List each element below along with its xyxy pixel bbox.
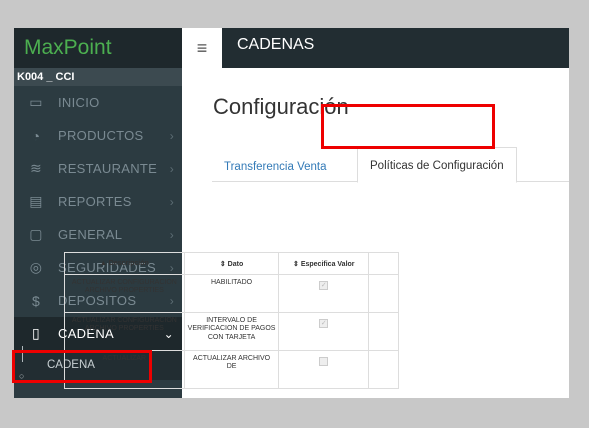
- cell-especifica-valor: [278, 350, 370, 389]
- cell-descripcion: ACTUALIZAR CONFIGURACION ARCHIVO PROPERT…: [64, 312, 185, 351]
- page-section-title: CADENAS: [237, 36, 315, 53]
- cell-dato: HABILITADO: [183, 274, 280, 313]
- tab-bar: Transferencia Venta Políticas de Configu…: [212, 147, 569, 183]
- brand-logo[interactable]: MaxPoint: [14, 28, 182, 68]
- column-header-extra: [368, 252, 399, 275]
- window-icon: ▢: [29, 226, 43, 242]
- cell-dato: ACTUALIZAR ARCHIVO DE: [183, 350, 280, 389]
- cell-extra: [368, 312, 399, 351]
- chevron-right-icon: ›: [169, 227, 174, 242]
- cell-especifica-valor: ✓: [278, 274, 370, 313]
- square-icon: ▯: [31, 325, 40, 341]
- pie-chart-icon: ◔: [31, 127, 41, 144]
- highlight-box-cadena: [12, 350, 152, 383]
- layers-icon: ≋: [29, 160, 43, 176]
- sidebar-item-productos[interactable]: ◔ PRODUCTOS ›: [14, 119, 182, 152]
- column-header-especifica-valor[interactable]: ⇕ Especifica Valor: [278, 252, 370, 275]
- table-row: ACTUALIZAR CONFIGURACION ARCHIVO PROPERT…: [64, 274, 399, 313]
- sidebar-item-reportes[interactable]: ▤ REPORTES ›: [14, 185, 182, 218]
- sidebar-item-restaurante[interactable]: ≋ RESTAURANTE ›: [14, 152, 182, 185]
- sidebar-item-label: REPORTES: [58, 194, 132, 209]
- cell-descripcion: ACTUALIZAR CONFIGURACION ARCHIVO PROPERT…: [64, 274, 185, 313]
- location-icon: ◎: [29, 259, 43, 275]
- top-bar: ≡ CADENAS: [182, 28, 569, 68]
- sidebar-item-general[interactable]: ▢ GENERAL ›: [14, 218, 182, 251]
- sidebar-item-label: RESTAURANTE: [58, 161, 158, 176]
- chevron-right-icon: ›: [169, 194, 174, 209]
- sidebar-item-label: INICIO: [58, 95, 100, 110]
- checkbox-disabled: ✓: [319, 319, 329, 328]
- sidebar-item-inicio[interactable]: ▭ INICIO: [14, 86, 182, 119]
- column-header-descripcion[interactable]: ▲ Descripción: [64, 252, 185, 275]
- chevron-right-icon: ›: [169, 161, 174, 176]
- tab-transferencia-venta[interactable]: Transferencia Venta: [224, 152, 327, 182]
- cell-extra: [368, 350, 399, 389]
- tab-politicas-configuracion[interactable]: Políticas de Configuración: [357, 147, 517, 183]
- sidebar-item-label: GENERAL: [58, 227, 123, 242]
- table-header-row: ▲ Descripción ⇕ Dato ⇕ Especifica Valor: [64, 252, 399, 275]
- organization-label: K004 _ CCI: [14, 68, 182, 86]
- cell-especifica-valor: ✓: [278, 312, 370, 351]
- list-icon: ▤: [29, 193, 43, 209]
- highlight-box-tab: [321, 104, 495, 149]
- app-window: MaxPoint K004 _ CCI ▭ INICIO ◔ PRODUCTOS…: [14, 28, 569, 398]
- dollar-icon: $: [31, 292, 41, 309]
- checkbox-disabled: [319, 357, 329, 366]
- table-row: ACTUALIZAR CONFIGURACION ARCHIVO PROPERT…: [64, 312, 399, 351]
- chevron-right-icon: ›: [169, 128, 174, 143]
- checkbox-disabled: ✓: [319, 281, 329, 290]
- cell-extra: [368, 274, 399, 313]
- sidebar-item-label: PRODUCTOS: [58, 128, 144, 143]
- hamburger-menu-icon[interactable]: ≡: [182, 28, 222, 68]
- cell-dato: INTERVALO DE VERIFICACION DE PAGOS CON T…: [183, 312, 280, 351]
- laptop-icon: ▭: [29, 94, 43, 110]
- column-header-dato[interactable]: ⇕ Dato: [183, 252, 280, 275]
